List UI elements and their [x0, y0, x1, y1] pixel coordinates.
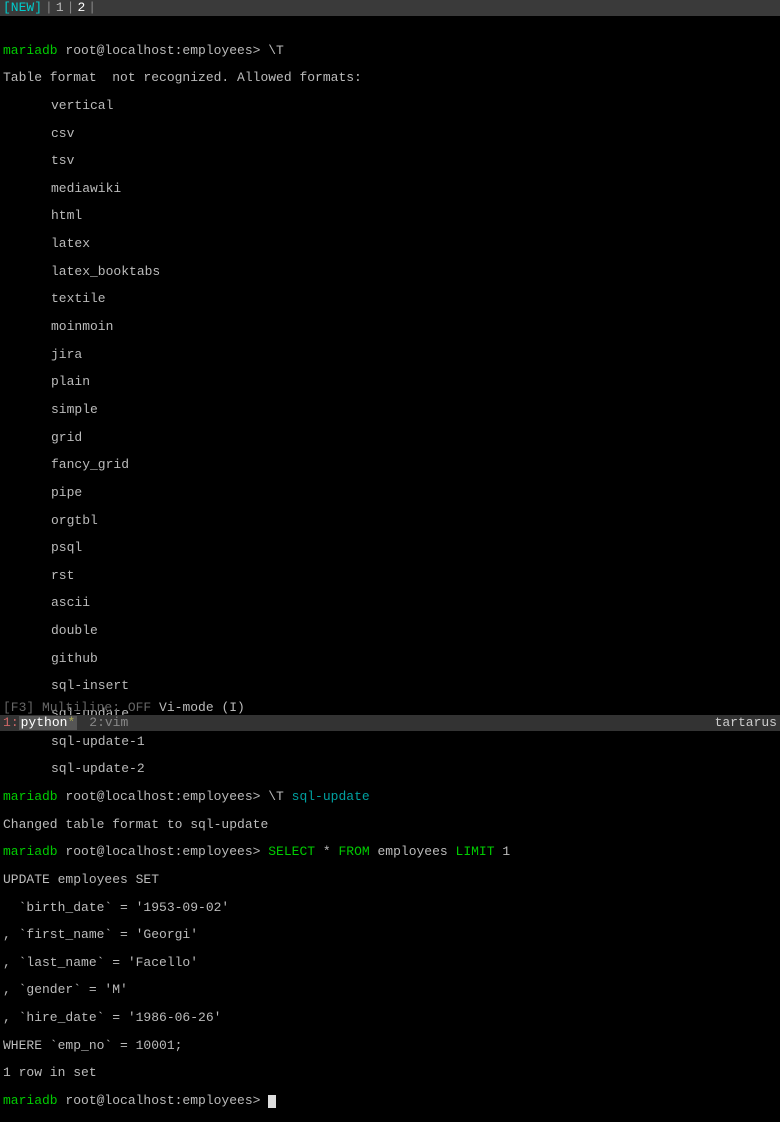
tab-separator: |: [88, 1, 96, 15]
prompt-user: root@localhost:employees>: [58, 43, 269, 58]
format-option: psql: [3, 541, 777, 555]
tab-2-active[interactable]: 2: [77, 1, 85, 15]
prompt-db: mariadb: [3, 789, 58, 804]
format-option: rst: [3, 569, 777, 583]
terminal-output[interactable]: mariadb root@localhost:employees> \T Tab…: [0, 30, 780, 1122]
status-bar: [F3] Multiline: OFF Vi-mode (I): [0, 701, 780, 715]
active-marker: *: [67, 715, 75, 730]
sql-text: *: [315, 844, 338, 859]
format-option: pipe: [3, 486, 777, 500]
command-text: \T: [268, 789, 291, 804]
query-result: WHERE `emp_no` = 10001;: [3, 1039, 777, 1053]
format-option: tsv: [3, 154, 777, 168]
sql-keyword: SELECT: [268, 844, 315, 859]
sql-text: employees: [370, 844, 456, 859]
multiline-status: [F3] Multiline: OFF: [3, 700, 151, 715]
format-option: github: [3, 652, 777, 666]
format-option: fancy_grid: [3, 458, 777, 472]
window-sep: :: [11, 716, 19, 730]
format-option: csv: [3, 127, 777, 141]
format-option: moinmoin: [3, 320, 777, 334]
hostname: tartarus: [715, 716, 777, 730]
prompt-db: mariadb: [3, 1093, 58, 1108]
window-1-index[interactable]: 1: [3, 716, 11, 730]
prompt-user: root@localhost:employees>: [58, 844, 269, 859]
query-result: , `gender` = 'M': [3, 983, 777, 997]
format-option: double: [3, 624, 777, 638]
prompt-line: mariadb root@localhost:employees> \T: [3, 44, 777, 58]
new-tab-button[interactable]: [NEW]: [3, 1, 42, 15]
query-result: , `hire_date` = '1986-06-26': [3, 1011, 777, 1025]
status-message: Changed table format to sql-update: [3, 818, 777, 832]
query-result: `birth_date` = '1953-09-02': [3, 901, 777, 915]
prompt-line: mariadb root@localhost:employees> SELECT…: [3, 845, 777, 859]
error-header: Table format not recognized. Allowed for…: [3, 71, 777, 85]
format-option: orgtbl: [3, 514, 777, 528]
tmux-status-bar: 1:python* 2:vim tartarus: [0, 715, 780, 731]
cursor: [268, 1095, 276, 1108]
tab-1[interactable]: 1: [56, 1, 64, 15]
command-arg: sql-update: [292, 789, 370, 804]
vi-mode-status: Vi-mode (I): [151, 700, 245, 715]
sql-keyword: FROM: [338, 844, 369, 859]
command-text: \T: [268, 43, 284, 58]
top-tab-bar: [NEW] | 1 | 2 |: [0, 0, 780, 16]
prompt-line-active[interactable]: mariadb root@localhost:employees>: [3, 1094, 777, 1108]
tab-separator: |: [67, 1, 75, 15]
prompt-db: mariadb: [3, 844, 58, 859]
window-1-name[interactable]: python*: [19, 716, 78, 730]
sql-keyword: LIMIT: [456, 844, 495, 859]
format-option: html: [3, 209, 777, 223]
format-option: vertical: [3, 99, 777, 113]
query-result: UPDATE employees SET: [3, 873, 777, 887]
query-result: , `last_name` = 'Facello': [3, 956, 777, 970]
prompt-user: root@localhost:employees>: [58, 1093, 269, 1108]
format-option: ascii: [3, 596, 777, 610]
format-option: sql-insert: [3, 679, 777, 693]
format-option: mediawiki: [3, 182, 777, 196]
query-result: , `first_name` = 'Georgi': [3, 928, 777, 942]
format-option: textile: [3, 292, 777, 306]
window-2[interactable]: 2:vim: [89, 716, 128, 730]
format-option: sql-update-2: [3, 762, 777, 776]
format-option: jira: [3, 348, 777, 362]
format-option: sql-update-1: [3, 735, 777, 749]
query-result: 1 row in set: [3, 1066, 777, 1080]
prompt-line: mariadb root@localhost:employees> \T sql…: [3, 790, 777, 804]
format-option: grid: [3, 431, 777, 445]
prompt-user: root@localhost:employees>: [58, 789, 269, 804]
format-option: simple: [3, 403, 777, 417]
format-option: plain: [3, 375, 777, 389]
format-option: latex_booktabs: [3, 265, 777, 279]
tab-separator: |: [45, 1, 53, 15]
sql-text: 1: [495, 844, 511, 859]
prompt-db: mariadb: [3, 43, 58, 58]
format-option: latex: [3, 237, 777, 251]
